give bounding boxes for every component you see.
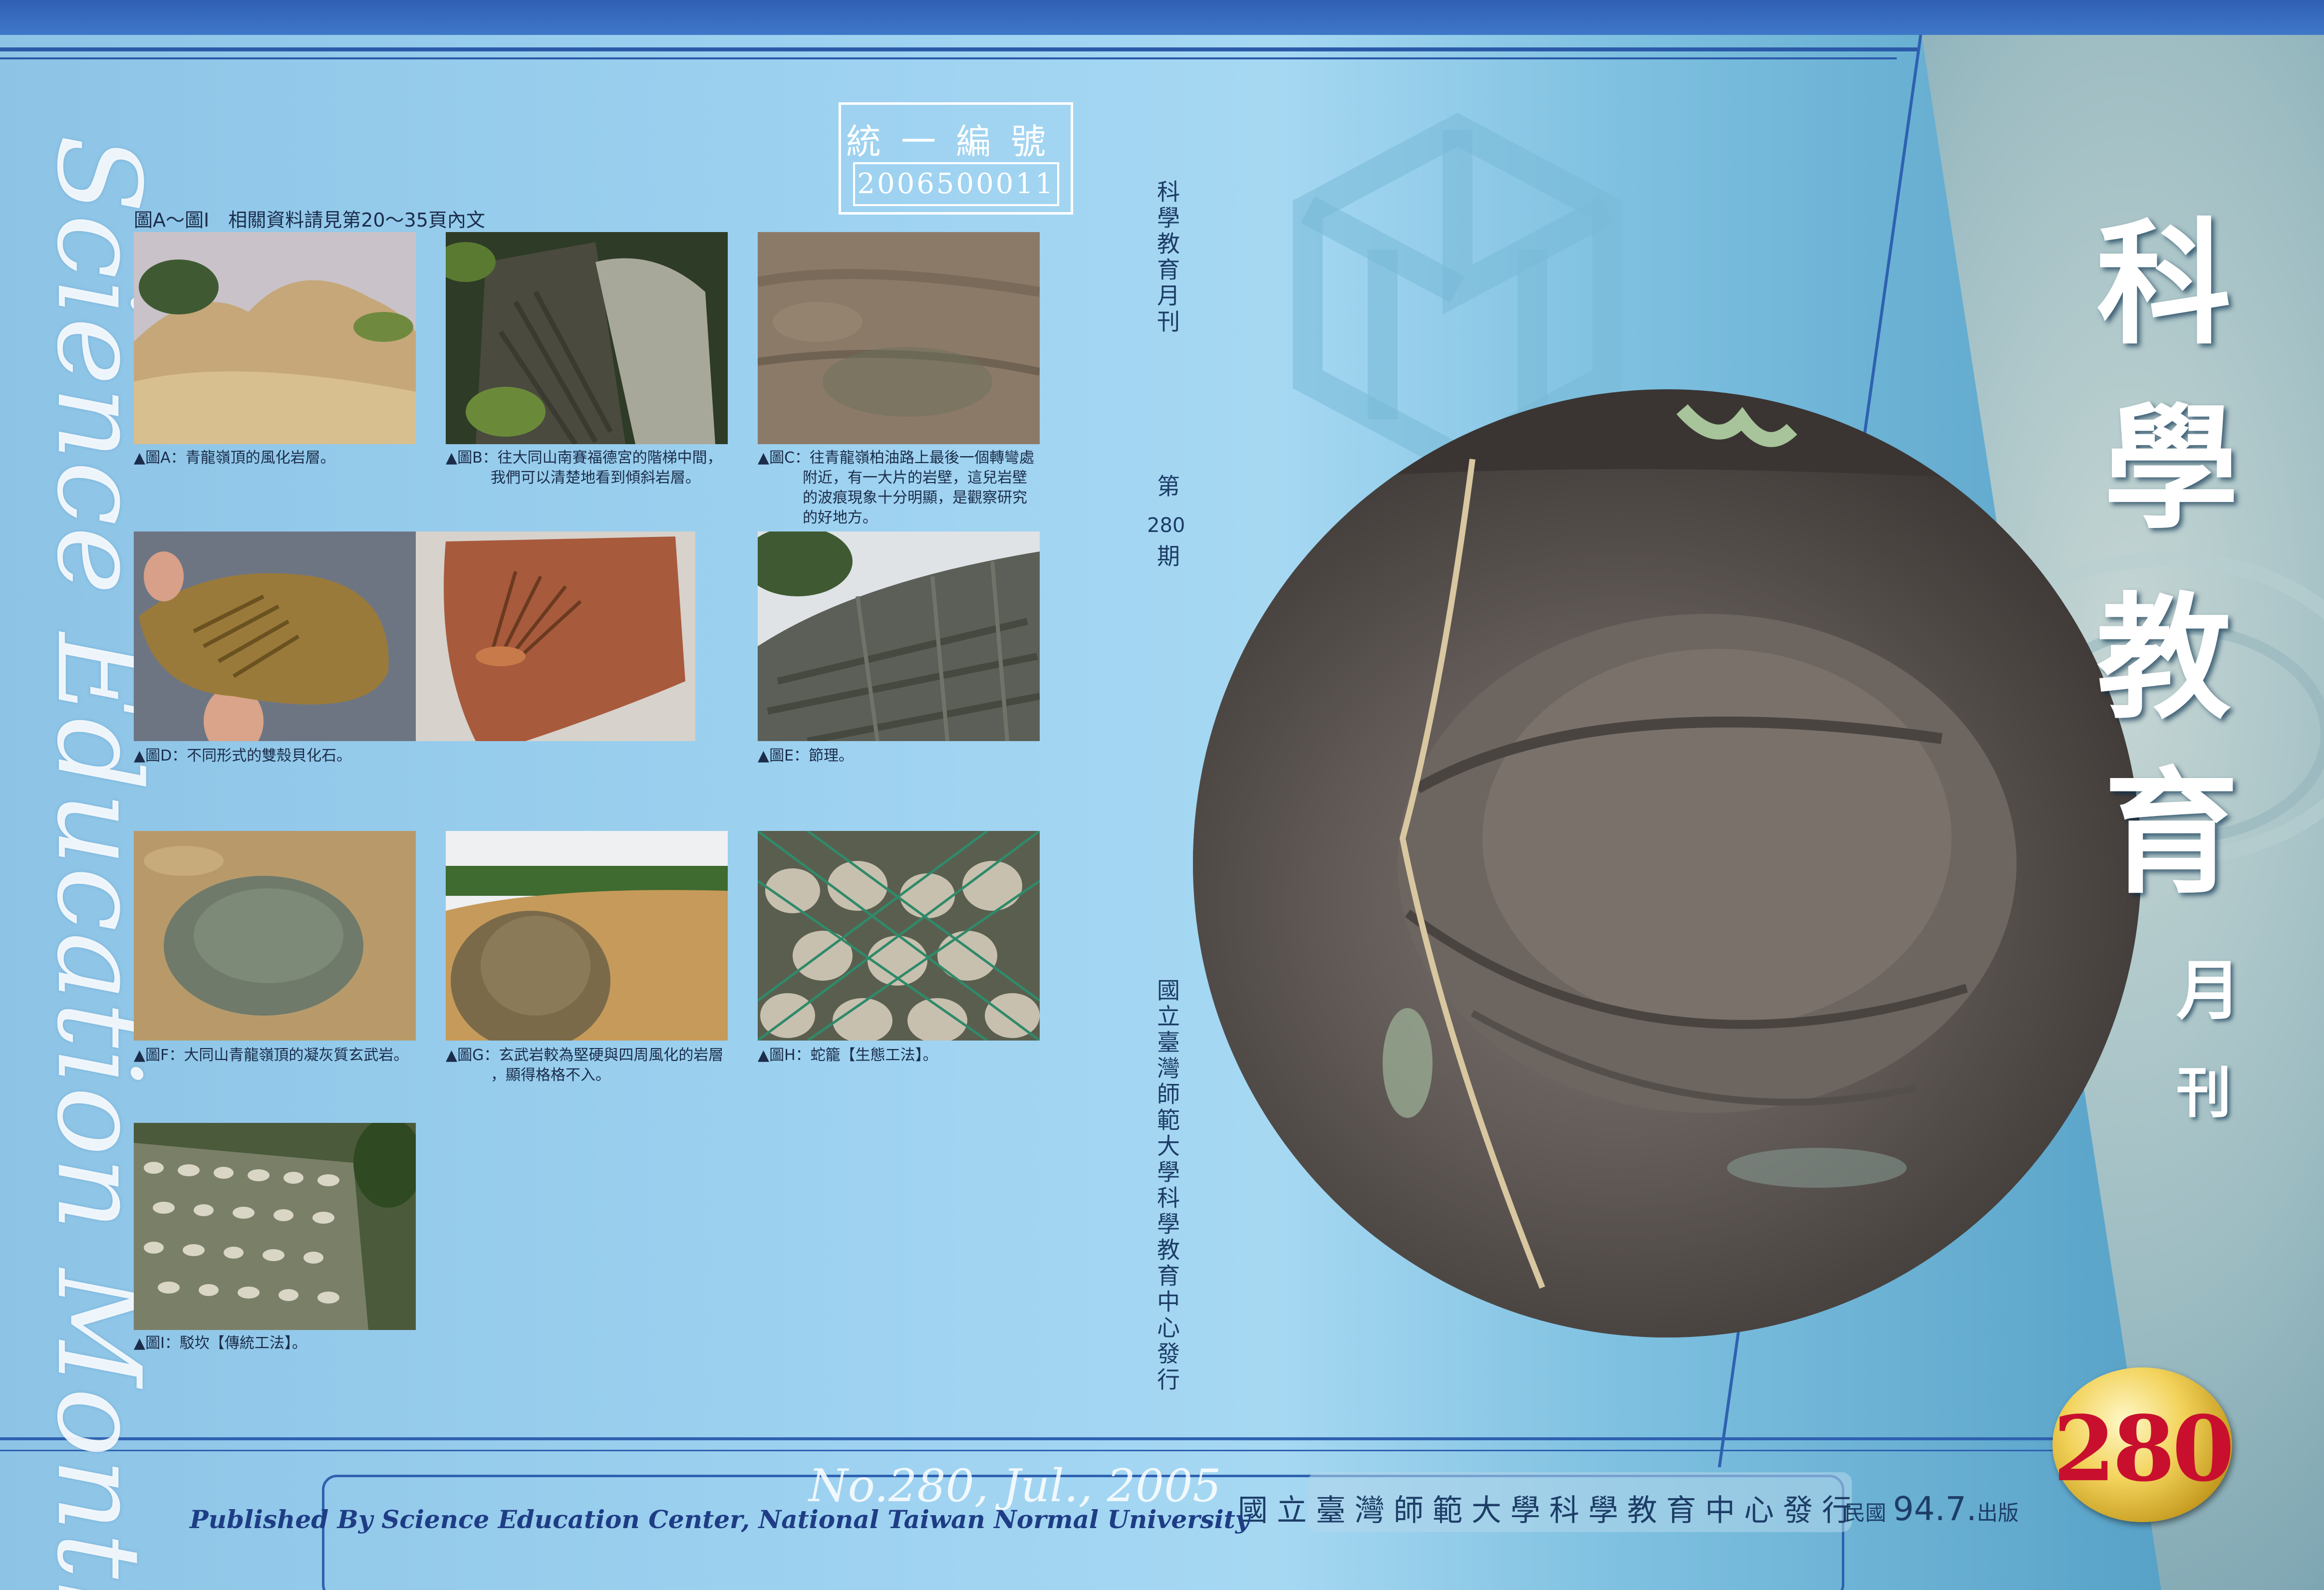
- photo-d1: [134, 531, 416, 741]
- photo-b: [446, 232, 728, 444]
- rock-photo-illustration: [1193, 389, 2141, 1337]
- magazine-cover-spread: 科 學 教 育 月 刊 280 國立臺灣師範大學科學教育中心發行 民國 94.7…: [0, 0, 2324, 1590]
- photo-e: [758, 531, 1040, 741]
- caption-e: ▲圖E：節理。: [758, 747, 854, 765]
- registration-number: 2006500011: [853, 162, 1059, 206]
- issue-badge-number: 280: [2053, 1396, 2235, 1502]
- issue-badge: 280: [2052, 1367, 2235, 1522]
- front-publisher: 國立臺灣師範大學科學教育中心發行: [1238, 1493, 1861, 1528]
- top-band: [0, 0, 2324, 35]
- frame-line-bottom-2: [0, 1450, 2146, 1451]
- photo-f: [134, 831, 416, 1041]
- spine-title: 科學教育月刊: [1154, 180, 1180, 335]
- caption-c: ▲圖C：往青龍嶺柏油路上最後一個轉彎處 附近，有一大片的岩壁，這兒岩壁 的波痕現…: [758, 449, 1035, 527]
- caption-d: ▲圖D：不同形式的雙殼貝化石。: [134, 747, 352, 765]
- photo-i-image: [134, 1123, 416, 1330]
- spine-issue-suffix: 期: [1154, 544, 1180, 570]
- photo-b-image: [446, 232, 728, 444]
- date-suffix: 出版: [1977, 1501, 2019, 1525]
- publication-date: 民國 94.7.出版: [1844, 1490, 2019, 1528]
- photo-h-image: [758, 831, 1040, 1041]
- figures-header: 圖A～圖I 相關資料請見第20～35頁內文: [134, 209, 485, 231]
- photo-g: [446, 831, 728, 1041]
- frame-line-top: [0, 47, 1919, 51]
- caption-b: ▲圖B：往大同山南賽福德宮的階梯中間， 我們可以清楚地看到傾斜岩層。: [446, 449, 722, 487]
- registration-box: 統一編號 2006500011: [839, 102, 1073, 215]
- caption-a: ▲圖A：青龍嶺頂的風化岩層。: [134, 449, 335, 467]
- photo-a-image: [134, 232, 416, 444]
- date-prefix: 民國: [1844, 1501, 1887, 1525]
- cover-subtitle-char-1: 月: [2176, 952, 2242, 1029]
- photo-d1-image: [134, 531, 416, 741]
- concretion-rock-photo: [1193, 389, 2141, 1337]
- photo-f-image: [134, 831, 416, 1041]
- spine-issue-prefix: 第: [1154, 474, 1180, 500]
- photo-i: [134, 1123, 416, 1330]
- cover-subtitle-char-2: 刊: [2176, 1060, 2231, 1125]
- photo-h: [758, 831, 1040, 1041]
- photo-d2-image: [416, 531, 695, 741]
- caption-g: ▲圖G：玄武岩較為堅硬與四周風化的岩層 ，顯得格格不入。: [446, 1047, 724, 1084]
- caption-h: ▲圖H：蛇籠【生態工法】。: [758, 1047, 938, 1064]
- cover-title-char-2: 學: [2104, 389, 2239, 547]
- photo-g-image: [446, 831, 728, 1041]
- frame-line-bottom: [0, 1437, 2146, 1440]
- photo-c: [758, 232, 1040, 444]
- spine-publisher: 國立臺灣師範大學科學教育中心發行: [1154, 978, 1180, 1393]
- photo-e-image: [758, 531, 1040, 741]
- photo-c-image: [758, 232, 1040, 444]
- cover-title-char-3: 教: [2096, 578, 2231, 737]
- photo-a: [134, 232, 416, 444]
- caption-f: ▲圖F：大同山青龍嶺頂的凝灰質玄武岩。: [134, 1047, 409, 1064]
- registration-label: 統一編號: [846, 121, 1066, 162]
- frame-line-top-2: [0, 57, 1897, 59]
- date-value: 94.7.: [1893, 1490, 1977, 1528]
- photo-d2: [416, 531, 695, 741]
- caption-i: ▲圖I：駁坎【傳統工法】。: [134, 1334, 307, 1352]
- cover-title-char-1: 科: [2096, 204, 2231, 363]
- cover-title-char-4: 育: [2104, 753, 2239, 912]
- published-by: Published By Science Education Center, N…: [190, 1505, 1250, 1534]
- spine-issue-number: 280: [1147, 514, 1185, 537]
